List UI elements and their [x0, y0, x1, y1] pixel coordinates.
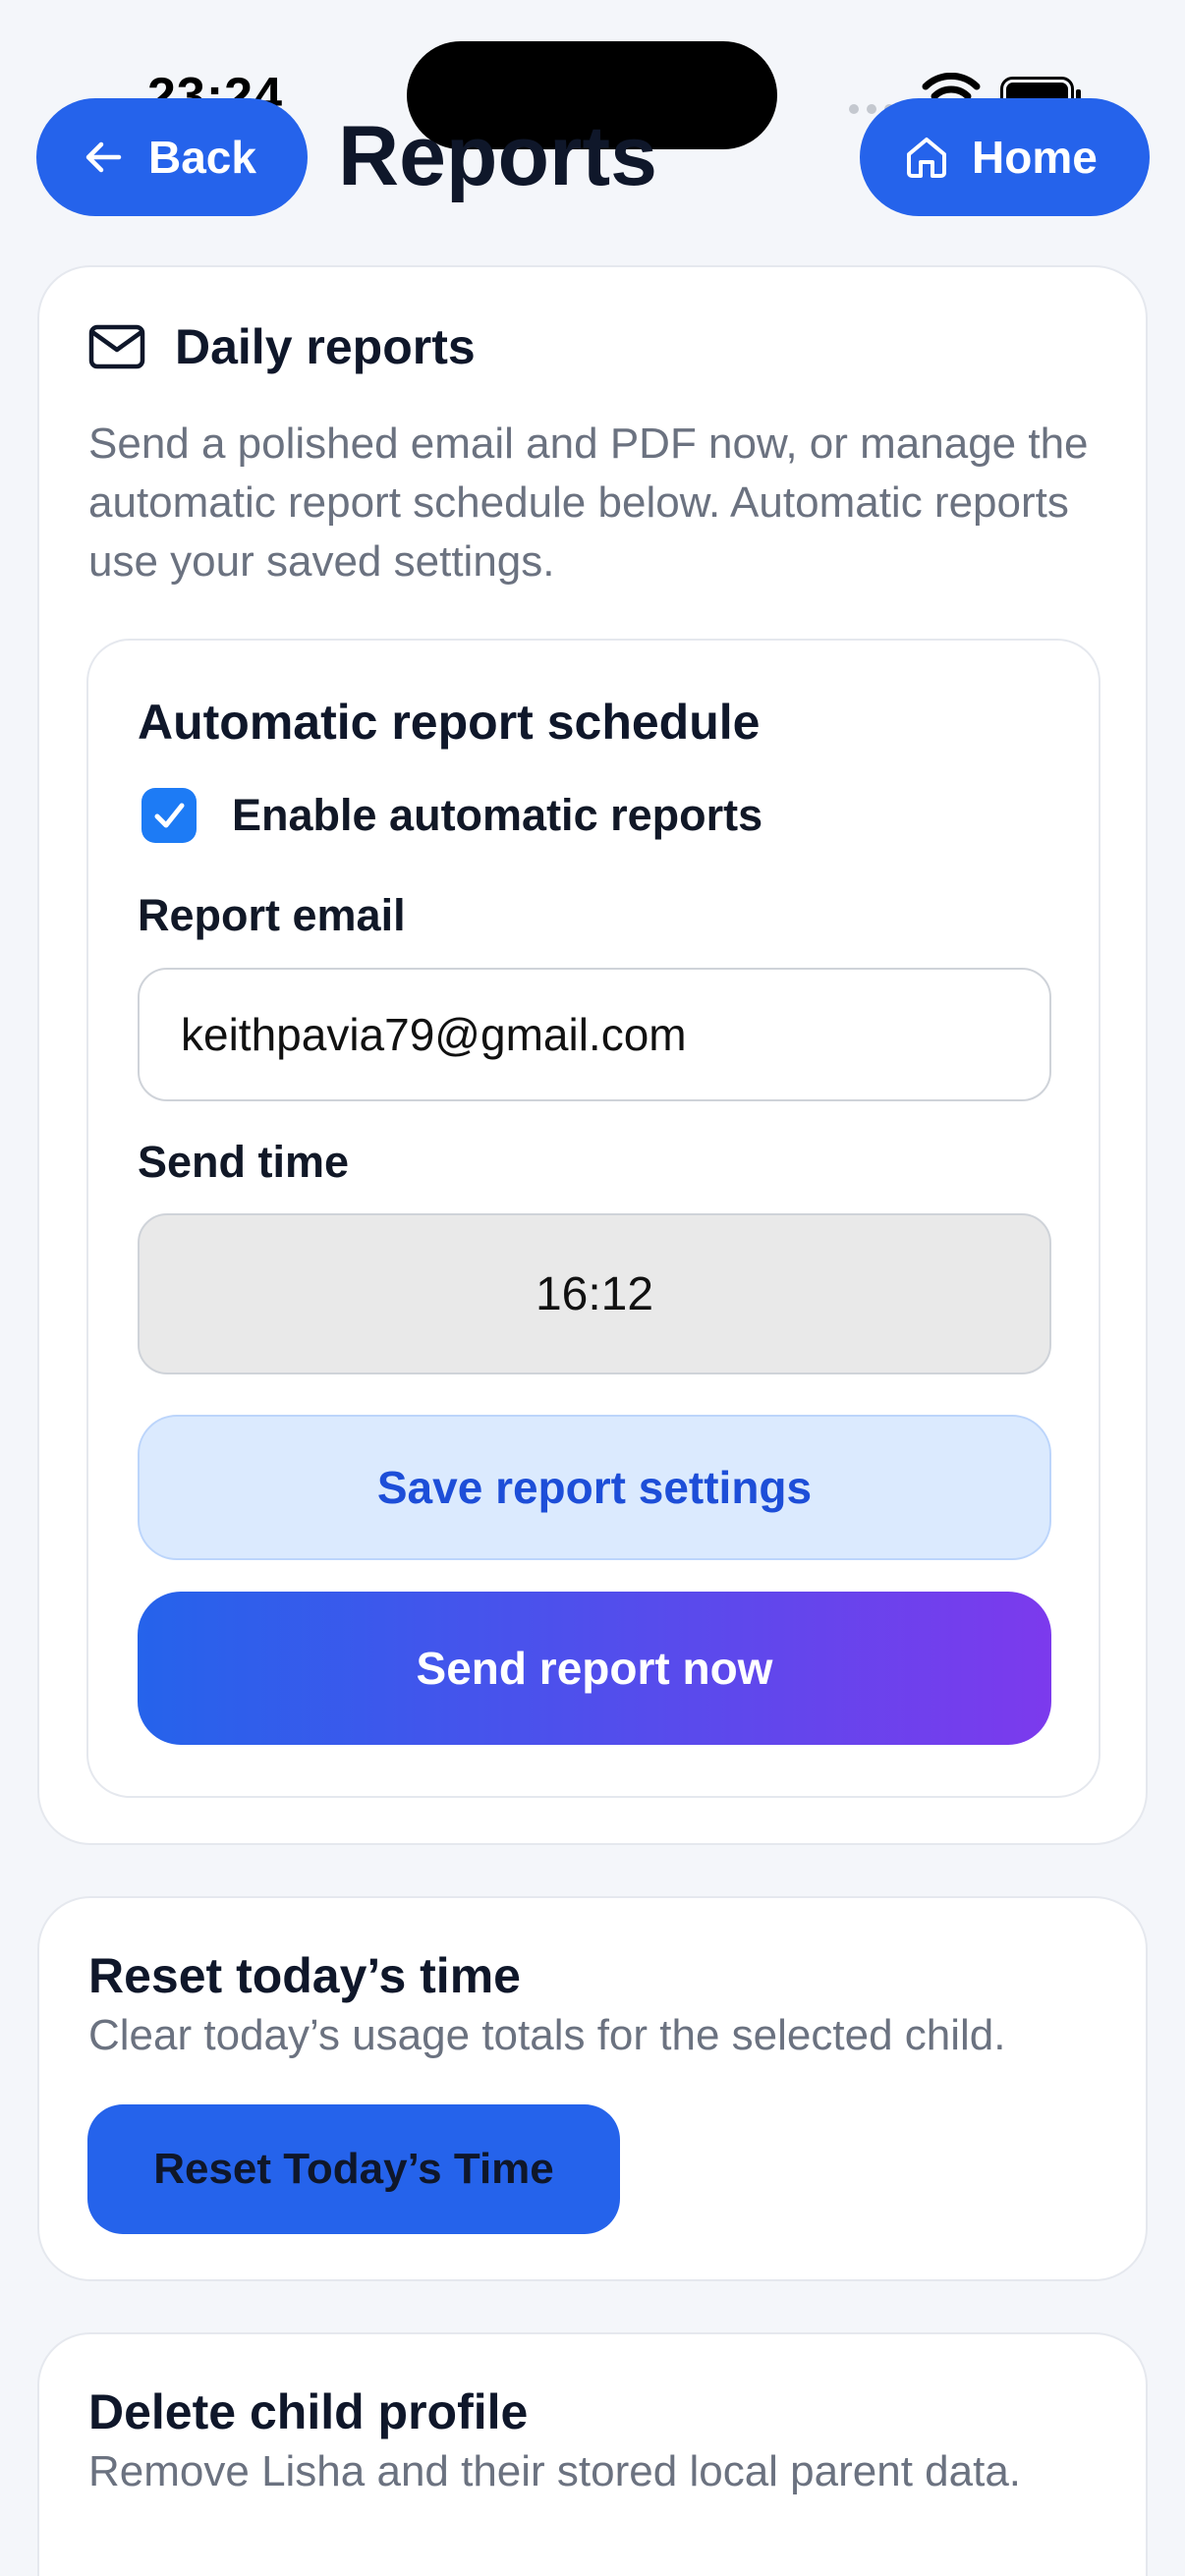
reset-title: Reset today’s time	[88, 1948, 521, 2003]
home-button[interactable]: Home	[860, 98, 1150, 216]
delete-description: Remove Lisha and their stored local pare…	[88, 2447, 1022, 2495]
back-label: Back	[148, 132, 256, 183]
delete-profile-card: Delete child profile Remove Lisha and th…	[37, 2332, 1148, 2576]
reset-description: Clear today’s usage totals for the selec…	[88, 2011, 1006, 2059]
enable-automatic-reports-label: Enable automatic reports	[232, 790, 763, 840]
daily-reports-description: Send a polished email and PDF now, or ma…	[88, 420, 1089, 586]
daily-reports-header: Daily reports	[88, 318, 476, 375]
report-email-field[interactable]	[138, 968, 1051, 1101]
reset-todays-time-button[interactable]: Reset Today’s Time	[87, 2104, 620, 2234]
send-time-picker[interactable]: 16:12	[138, 1213, 1051, 1374]
enable-automatic-reports-checkbox[interactable]: Enable automatic reports	[141, 788, 762, 843]
home-label: Home	[972, 132, 1098, 183]
automatic-schedule-panel: Automatic report schedule Enable automat…	[86, 639, 1100, 1798]
home-icon	[907, 138, 946, 178]
save-report-settings-button[interactable]: Save report settings	[138, 1415, 1051, 1560]
checkmark-icon	[154, 803, 185, 828]
report-email-label: Report email	[138, 890, 406, 940]
send-time-label: Send time	[138, 1137, 350, 1187]
checkbox-checked[interactable]	[141, 788, 197, 843]
page-title: Reports	[338, 109, 657, 203]
daily-reports-card: Daily reports Send a polished email and …	[37, 265, 1148, 1845]
mail-icon	[88, 324, 145, 369]
arrow-left-icon	[85, 141, 122, 173]
send-report-now-button[interactable]: Send report now	[138, 1592, 1051, 1745]
back-button[interactable]: Back	[36, 98, 308, 216]
reset-time-card: Reset today’s time Clear today’s usage t…	[37, 1896, 1148, 2281]
schedule-title: Automatic report schedule	[138, 695, 761, 750]
delete-title: Delete child profile	[88, 2384, 529, 2439]
daily-reports-title: Daily reports	[175, 319, 476, 374]
